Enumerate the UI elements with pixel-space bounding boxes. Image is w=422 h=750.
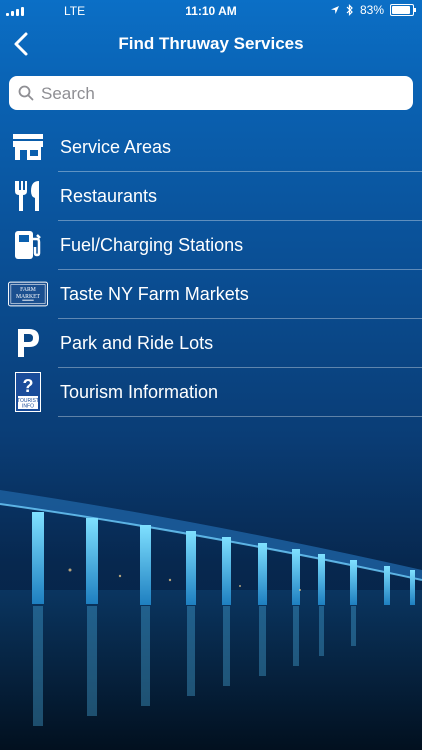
list-item-label: Restaurants	[60, 186, 158, 206]
list-item-label: Fuel/Charging Stations	[60, 235, 244, 255]
list-item-fuel-charging[interactable]: Fuel/Charging Stations	[0, 221, 422, 270]
status-bar: LTE 11:10 AM 83%	[0, 0, 422, 22]
svg-text:INFO: INFO	[22, 404, 34, 410]
search-input[interactable]	[39, 76, 403, 112]
list-item-farm-markets[interactable]: FARM MARKET Taste NY Farm Markets	[0, 270, 422, 319]
fork-knife-icon	[8, 178, 48, 214]
list-item-park-and-ride[interactable]: Park and Ride Lots	[0, 319, 422, 368]
parking-icon	[8, 325, 48, 361]
svg-text:MARKET: MARKET	[16, 294, 41, 300]
list-item-service-areas[interactable]: Service Areas	[0, 123, 422, 172]
svg-text:FARM: FARM	[20, 287, 36, 293]
svg-text:?: ?	[23, 376, 34, 396]
battery-icon	[390, 4, 416, 16]
battery-percent: 83%	[359, 3, 384, 17]
location-arrow-icon	[330, 6, 339, 14]
list-item-label: Tourism Information	[60, 382, 219, 402]
search-icon	[18, 85, 34, 101]
list-item-label: Taste NY Farm Markets	[60, 284, 249, 304]
list-item-tourism-info[interactable]: ? TOURIST INFO Tourism Information	[0, 368, 422, 417]
tourist-info-icon: ? TOURIST INFO	[8, 372, 48, 412]
fuel-pump-icon	[8, 227, 48, 263]
list-item-label: Park and Ride Lots	[60, 333, 214, 353]
app-screen: LTE 11:10 AM 83% Find Thruway Services S…	[0, 0, 422, 750]
list-item-restaurants[interactable]: Restaurants	[0, 172, 422, 221]
services-list: Service Areas Restaurants Fuel/Charging …	[0, 123, 422, 417]
farm-market-icon: FARM MARKET	[8, 276, 48, 312]
nav-header: Find Thruway Services	[0, 22, 422, 66]
store-icon	[8, 129, 48, 165]
list-item-label: Service Areas	[60, 137, 172, 157]
divider	[58, 416, 422, 417]
search-bar[interactable]	[9, 76, 413, 112]
page-title: Find Thruway Services	[118, 34, 304, 53]
bridge-background-image	[0, 490, 422, 750]
bluetooth-icon	[346, 4, 353, 16]
